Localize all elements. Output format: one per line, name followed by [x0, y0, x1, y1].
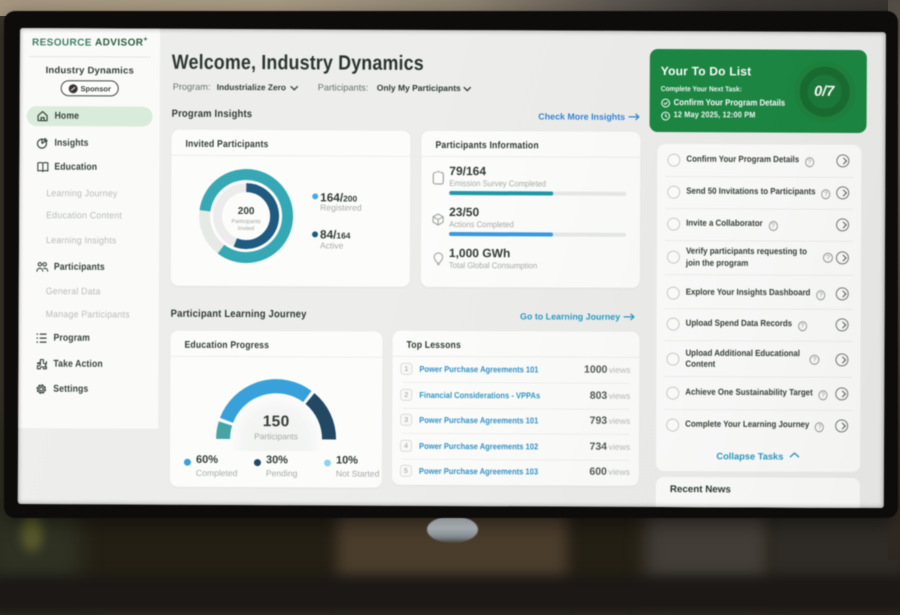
svg-text:200: 200: [238, 206, 255, 217]
svg-text:Invited: Invited: [238, 226, 255, 232]
svg-text:Participants: Participants: [231, 219, 260, 225]
